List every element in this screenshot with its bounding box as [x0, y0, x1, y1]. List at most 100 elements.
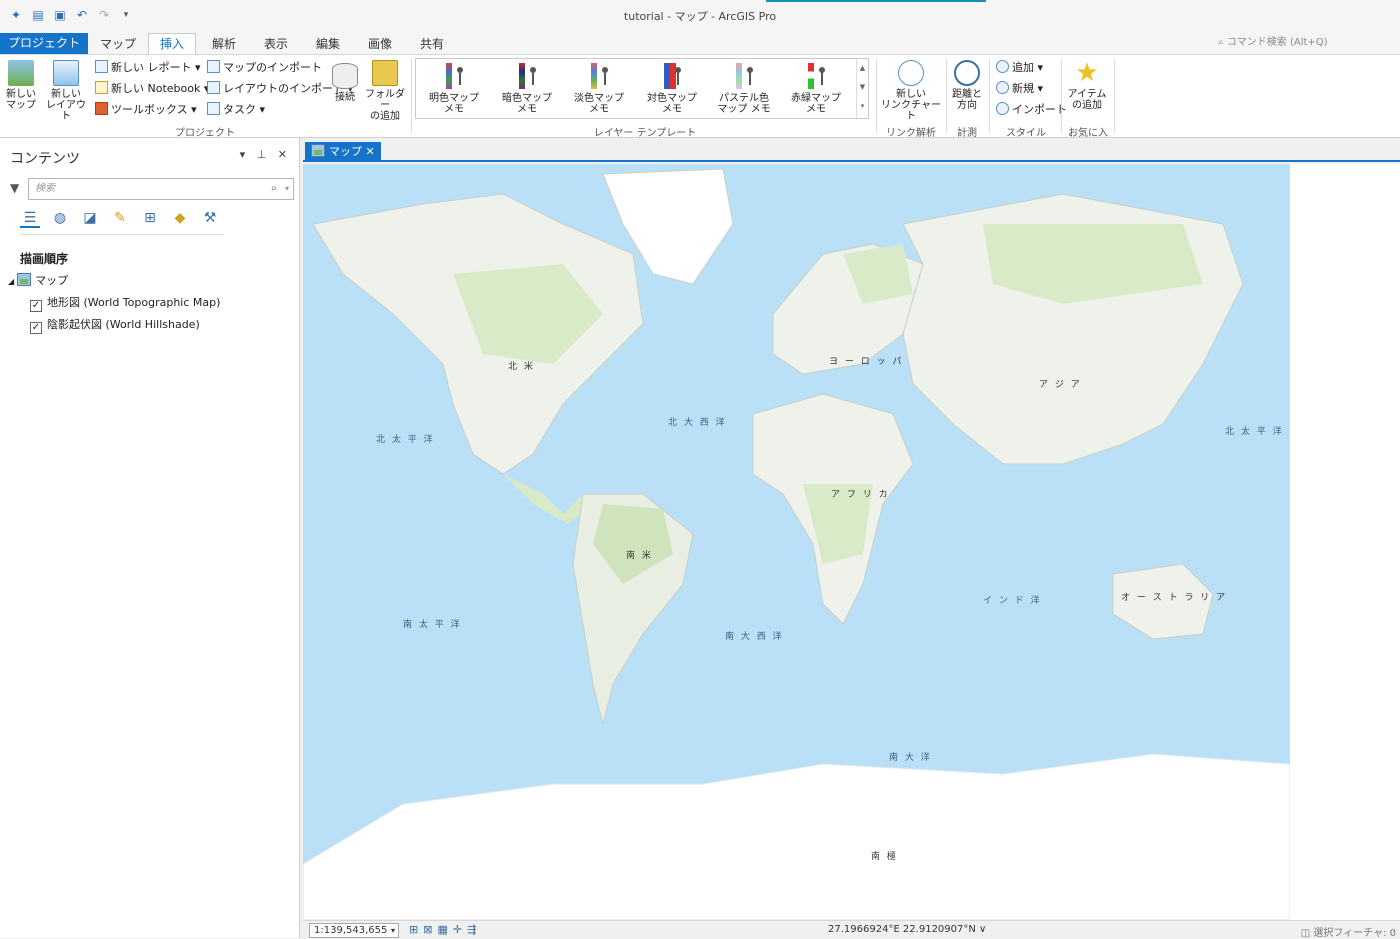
pane-controls[interactable]: ▾ ⊥ ✕ — [240, 148, 291, 161]
layer-template-gallery: 明色マップ メモ 暗色マップ メモ 淡色マップ メモ 対色マップ メモ パステル… — [415, 58, 869, 119]
snap-icon[interactable]: ⊠ — [423, 923, 432, 936]
new-layout-button[interactable]: 新しい レイアウト — [42, 60, 90, 122]
expand-icon[interactable]: ◢ — [8, 277, 14, 286]
label-australia: オ ー ス ト ラ リ ア — [1121, 593, 1228, 603]
task-button[interactable]: タスク ▾ — [207, 101, 265, 119]
import-map-label: マップのインポート — [223, 61, 322, 74]
add-favorite-item-button[interactable]: ★ アイテム の追加 — [1064, 60, 1110, 111]
style-add-button[interactable]: 追加 ▾ — [996, 59, 1043, 77]
perspective-imagery-icon[interactable]: ⚒ — [200, 208, 220, 228]
separator — [1061, 59, 1062, 133]
new-report-button[interactable]: 新しい レポート ▾ — [95, 59, 201, 77]
toolbox-button[interactable]: ツールボックス ▾ — [95, 101, 197, 119]
template-pastel-map-notes[interactable]: パステル色 マップ メモ — [710, 63, 778, 115]
connect-button[interactable]: 接続 — [330, 63, 360, 103]
label-north-pacific-west: 北 太 平 洋 — [376, 435, 435, 445]
template-red-green-map-notes[interactable]: 赤緑マップ メモ — [782, 63, 850, 115]
layer-row[interactable]: ✓ 陰影起伏図 (World Hillshade) — [30, 316, 200, 334]
grid-icon[interactable]: ⊞ — [409, 923, 418, 936]
contents-search-input[interactable]: 検索 ⌕ ▾ — [28, 178, 294, 200]
template-light-map-notes[interactable]: 明色マップ メモ — [420, 63, 488, 115]
label-asia: ア ジ ア — [1039, 380, 1082, 390]
map-tree-node[interactable]: ◢ マップ — [8, 272, 68, 290]
label-southern-ocean: 南 大 洋 — [889, 753, 932, 763]
selected-features-label: 選択フィーチャ: 0 — [1313, 928, 1396, 939]
template-pale-map-notes[interactable]: 淡色マップ メモ — [565, 63, 633, 115]
label-south-atlantic: 南 大 西 洋 — [725, 632, 784, 642]
separator — [946, 59, 947, 133]
label-indian-ocean: イ ン ド 洋 — [983, 596, 1042, 606]
separator — [876, 59, 877, 133]
command-search-placeholder: コマンド検索 (Alt+Q) — [1226, 37, 1328, 48]
template-label: 赤緑マップ メモ — [791, 93, 841, 115]
new-map-button[interactable]: 新しい マップ — [4, 60, 38, 111]
new-notebook-button[interactable]: 新しい Notebook ▾ — [95, 80, 209, 98]
ribbon-tabs: プロジェクト マップ 挿入 解析 表示 編集 画像 共有 ⌕ コマンド検索 (A… — [0, 30, 1400, 54]
database-icon — [332, 63, 358, 89]
layer-visibility-checkbox[interactable]: ✓ — [30, 300, 42, 312]
template-label: 対色マップ メモ — [647, 93, 697, 115]
map-icon — [8, 60, 34, 86]
contents-title: コンテンツ — [10, 151, 80, 167]
separator — [411, 59, 412, 133]
tab-share[interactable]: 共有 — [414, 34, 450, 54]
tab-project[interactable]: プロジェクト — [0, 33, 88, 54]
crosshair-icon[interactable]: ✛ — [453, 923, 462, 936]
group-label-style: スタイル — [1006, 128, 1046, 139]
style-new-button[interactable]: 新規 ▾ — [996, 80, 1043, 98]
label-africa: ア フ リ カ — [831, 490, 890, 500]
template-dark-map-notes[interactable]: 暗色マップ メモ — [493, 63, 561, 115]
new-map-label: 新しい マップ — [6, 89, 36, 111]
add-folder-button[interactable]: フォルダー の追加 — [364, 60, 406, 122]
snapping-icon[interactable]: ⊞ — [140, 208, 160, 228]
star-icon: ★ — [1075, 58, 1099, 88]
tab-map[interactable]: マップ — [100, 34, 136, 54]
filter-icon[interactable]: ▼ — [10, 181, 19, 195]
tab-insert[interactable]: 挿入 — [148, 33, 196, 54]
tab-edit[interactable]: 編集 — [310, 34, 346, 54]
data-source-icon[interactable]: ◍ — [50, 208, 70, 228]
label-antarctica: 南 極 — [871, 852, 898, 862]
scale-selector[interactable]: 1:139,543,655 ▾ — [309, 923, 399, 938]
command-search[interactable]: ⌕ コマンド検索 (Alt+Q) — [1212, 34, 1392, 52]
tab-map-view[interactable]: マップ ✕ — [305, 142, 381, 162]
editing-icon[interactable]: ✎ — [110, 208, 130, 228]
layer-row[interactable]: ✓ 地形図 (World Topographic Map) — [30, 294, 220, 312]
tab-analysis[interactable]: 解析 — [206, 34, 242, 54]
template-contrast-map-notes[interactable]: 対色マップ メモ — [638, 63, 706, 115]
import-layout-label: レイアウトのインポート — [223, 82, 344, 95]
tab-imagery[interactable]: 画像 — [362, 34, 398, 54]
map-blank-area — [1290, 164, 1400, 920]
style-import-button[interactable]: インポート — [996, 101, 1067, 119]
new-report-label: 新しい レポート — [111, 61, 192, 74]
tab-view[interactable]: 表示 — [258, 34, 294, 54]
table-icon[interactable]: ▦ — [437, 923, 447, 936]
chevron-down-icon[interactable]: ▾ — [285, 179, 289, 199]
title-accent — [766, 0, 986, 2]
label-north-pacific-east: 北 太 平 洋 — [1225, 427, 1284, 437]
draw-order-icon[interactable]: ☰ — [20, 208, 40, 228]
light-template-icon — [442, 63, 466, 89]
map-view[interactable]: 北 米 ヨ ー ロ ッ パ ア ジ ア ア フ リ カ 南 米 オ ー ス ト … — [303, 164, 1290, 920]
selection-icon[interactable]: ◪ — [80, 208, 100, 228]
coordinate-readout[interactable]: 27.1966924°E 22.9120907°N ∨ — [828, 924, 986, 935]
chevron-down-icon[interactable]: ∨ — [979, 924, 986, 935]
layer-visibility-checkbox[interactable]: ✓ — [30, 322, 42, 334]
style-add-icon — [996, 60, 1009, 73]
labeling-icon[interactable]: ◆ — [170, 208, 190, 228]
label-north-america: 北 米 — [508, 362, 535, 372]
import-map-button[interactable]: マップのインポート — [207, 59, 322, 77]
window-title: tutorial - マップ - ArcGIS Pro — [623, 10, 777, 23]
connect-label: 接続 — [335, 92, 355, 103]
new-link-chart-button[interactable]: 新しい リンクチャート — [880, 60, 942, 122]
pause-drawing-icon[interactable]: ⇶ — [467, 923, 476, 936]
new-link-chart-label: 新しい リンクチャート — [881, 89, 941, 122]
distance-direction-button[interactable]: 距離と 方向 — [950, 60, 984, 111]
coordinate-value: 27.1966924°E 22.9120907°N — [828, 924, 976, 935]
notebook-icon — [95, 81, 108, 94]
gallery-scroll[interactable]: ▲ ▼ ▾ — [856, 59, 868, 118]
contents-view-toolbar: ☰ ◍ ◪ ✎ ⊞ ◆ ⚒ — [20, 208, 220, 228]
link-chart-icon — [898, 60, 924, 86]
close-icon[interactable]: ✕ — [366, 145, 375, 158]
group-label-measure: 計測 — [957, 128, 977, 139]
